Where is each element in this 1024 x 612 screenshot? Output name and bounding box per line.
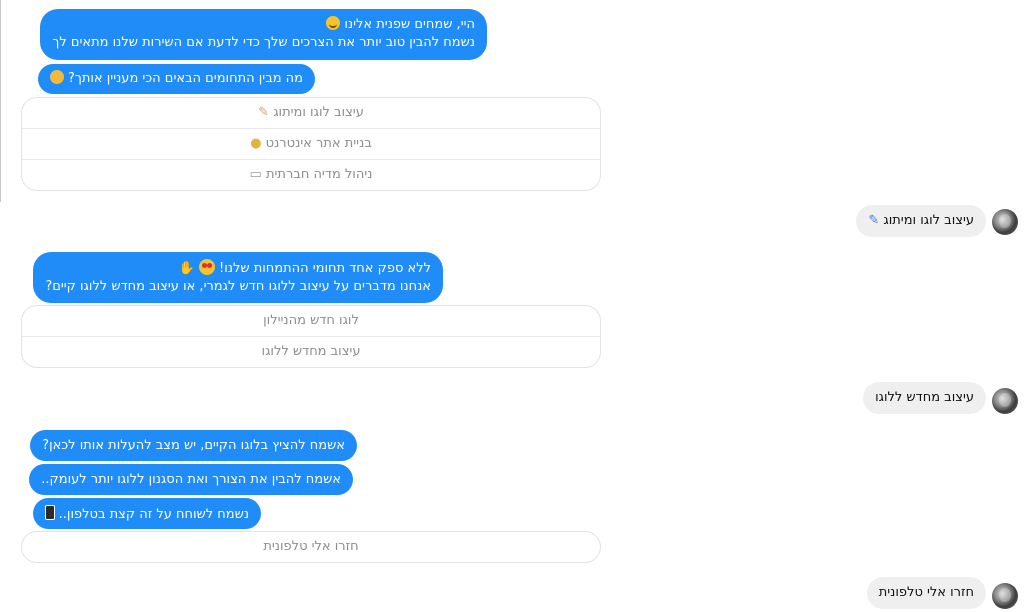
quick-reply-social-media[interactable]: ניהול מדיה חברתית ▭ bbox=[22, 159, 600, 190]
smile-emoji-icon bbox=[326, 16, 341, 30]
hand-emoji-icon: ✋ bbox=[178, 261, 195, 276]
pencil-icon: ✎ bbox=[868, 213, 880, 228]
greeting-text: היי, שמחים שפנית אלינו bbox=[344, 17, 475, 32]
greeting-subtext: נשמח להבין טוב יותר את הצרכים שלך כדי לד… bbox=[52, 35, 475, 50]
avatar bbox=[992, 209, 1018, 235]
phone-text: נשמח לשוחח על זה קצת בטלפון.. bbox=[58, 507, 249, 522]
phone-icon bbox=[44, 505, 55, 520]
quick-replies-topics: עיצוב לוגו ומיתוג ✎ בניית אתר אינטרנט ● … bbox=[21, 97, 601, 191]
quick-reply-logo-branding[interactable]: עיצוב לוגו ומיתוג ✎ bbox=[22, 98, 600, 128]
heart-eyes-emoji-icon bbox=[198, 259, 215, 275]
bot-message-understand: אשמח להבין את הצורך ואת הסגנון ללוגו יות… bbox=[29, 464, 353, 495]
bot-message-greeting: היי, שמחים שפנית אלינו נשמח להבין טוב יו… bbox=[40, 9, 487, 60]
bot-message-phone: נשמח לשוחח על זה קצת בטלפון.. bbox=[32, 498, 261, 529]
quick-reply-new-logo[interactable]: לוגו חדש מהניילון bbox=[22, 306, 600, 336]
avatar bbox=[992, 583, 1018, 609]
user-reply-text: חזרו אלי טלפונית bbox=[878, 585, 974, 600]
quick-reply-redesign-logo[interactable]: עיצוב מחדש ללוגו bbox=[22, 336, 600, 367]
specialty-text: ללא ספק אחד תחומי ההתמחות שלנו! bbox=[219, 261, 431, 276]
quick-reply-callback[interactable]: חזרו אלי טלפונית bbox=[22, 532, 600, 562]
quick-replies-callback: חזרו אלי טלפונית bbox=[21, 531, 601, 563]
upload-text: אשמח להציץ בלוגו הקיים, יש מצב להעלות או… bbox=[42, 438, 345, 453]
specialty-subtext: אנחנו מדברים על עיצוב ללוגו חדש לגמרי, א… bbox=[45, 279, 431, 294]
quick-reply-label: ניהול מדיה חברתית bbox=[265, 167, 373, 182]
bot-message-upload: אשמח להציץ בלוגו הקיים, יש מצב להעלות או… bbox=[30, 430, 357, 461]
face-emoji-icon bbox=[49, 70, 64, 84]
pencil-icon: ✎ bbox=[258, 105, 270, 120]
panel-divider bbox=[0, 0, 1, 202]
user-reply-callback: חזרו אלי טלפונית bbox=[866, 577, 986, 609]
quick-reply-label: עיצוב מחדש ללוגו bbox=[261, 344, 361, 359]
avatar bbox=[992, 388, 1018, 414]
quick-reply-label: בניית אתר אינטרנט bbox=[265, 136, 372, 151]
speech-bubble-icon: ▭ bbox=[249, 167, 262, 182]
understand-text: אשמח להבין את הצורך ואת הסגנון ללוגו יות… bbox=[41, 472, 341, 487]
question-text: מה מבין התחומים הבאים הכי מעניין אותך? bbox=[67, 71, 303, 86]
user-reply-logo: עיצוב לוגו ומיתוג ✎ bbox=[856, 205, 986, 237]
quick-reply-label: עיצוב לוגו ומיתוג bbox=[273, 105, 364, 120]
quick-reply-website[interactable]: בניית אתר אינטרנט ● bbox=[22, 128, 600, 159]
user-reply-redesign: עיצוב מחדש ללוגו bbox=[863, 382, 986, 414]
bot-message-specialty: ללא ספק אחד תחומי ההתמחות שלנו! ✋ אנחנו … bbox=[33, 252, 443, 303]
quick-replies-logo-type: לוגו חדש מהניילון עיצוב מחדש ללוגו bbox=[21, 305, 601, 368]
lightbulb-icon: ● bbox=[250, 136, 262, 151]
quick-reply-label: חזרו אלי טלפונית bbox=[263, 539, 359, 554]
user-reply-text: עיצוב לוגו ומיתוג bbox=[883, 213, 974, 228]
quick-reply-label: לוגו חדש מהניילון bbox=[263, 313, 359, 328]
user-reply-text: עיצוב מחדש ללוגו bbox=[875, 390, 974, 405]
bot-message-question: מה מבין התחומים הבאים הכי מעניין אותך? bbox=[37, 64, 315, 94]
